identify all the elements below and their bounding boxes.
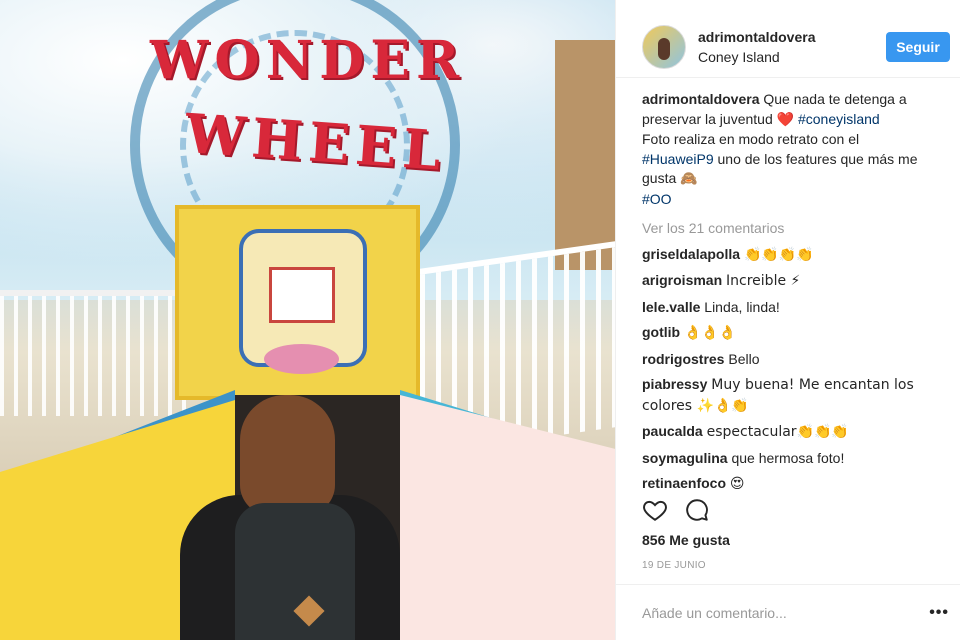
hashtag-oo[interactable]: #OO	[642, 191, 672, 207]
comment-icon[interactable]	[684, 497, 710, 523]
wooden-post	[555, 40, 615, 270]
post-header: adrimontaldovera Coney Island Seguir	[616, 0, 960, 78]
caption-username[interactable]: adrimontaldovera	[642, 91, 759, 107]
comment: soymagulina que hermosa foto!	[642, 449, 942, 469]
header-meta: adrimontaldovera Coney Island	[698, 29, 886, 65]
comment: gotlib 👌👌👌	[642, 323, 942, 344]
header-username[interactable]: adrimontaldovera	[698, 29, 886, 45]
more-options-icon[interactable]: •••	[929, 604, 949, 622]
comment: arigroisman Increible ⚡	[642, 271, 942, 292]
hair	[240, 395, 335, 515]
comment: griseldalapolla 👏👏👏👏	[642, 245, 942, 266]
comment-text: Linda, linda!	[704, 298, 780, 315]
comment: rodrigostres Bello	[642, 350, 942, 370]
comment-username[interactable]: soymagulina	[642, 450, 728, 466]
comment: paucalda espectacular👏👏👏	[642, 422, 942, 443]
comment: lele.valle Linda, linda!	[642, 298, 942, 318]
comment-username[interactable]: gotlib	[642, 324, 680, 340]
heart-icon[interactable]	[642, 497, 668, 523]
comment-username[interactable]: rodrigostres	[642, 351, 724, 367]
hashtag-huaweip9[interactable]: #HuaweiP9	[642, 151, 714, 167]
woman-with-backpack	[180, 395, 400, 640]
add-comment-input[interactable]: Añade un comentario...	[642, 605, 929, 621]
comment-username[interactable]: retinaenfoco	[642, 475, 726, 491]
likes-count[interactable]: 856 Me gusta	[642, 532, 730, 548]
follow-button[interactable]: Seguir	[886, 31, 950, 62]
comment-username[interactable]: griseldalapolla	[642, 246, 740, 262]
header-location[interactable]: Coney Island	[698, 49, 886, 65]
caption-text-2: Foto realiza en modo retrato con el	[642, 131, 860, 147]
sign-wonder: WONDER	[150, 30, 466, 91]
heart-emoji: ❤️	[776, 111, 795, 128]
comment-text: espectacular👏👏👏	[706, 424, 849, 440]
monkey-emoji: 🙈	[680, 171, 698, 187]
avatar[interactable]	[642, 24, 686, 69]
instagram-post: WONDER WHEEL adrimontaldovera Coney Isla…	[0, 0, 960, 640]
comment: piabressy Muy buena! Me encantan los col…	[642, 375, 942, 416]
comment-username[interactable]: piabressy	[642, 376, 707, 392]
add-comment-bar: Añade un comentario... •••	[616, 584, 960, 640]
hashtag-coneyisland[interactable]: #coneyisland	[798, 111, 880, 127]
left-railing	[0, 290, 190, 416]
post-photo[interactable]: WONDER WHEEL	[0, 0, 615, 640]
clown-booth	[175, 205, 420, 400]
comment: retinaenfoco 😍	[642, 474, 942, 495]
post-sidebar: adrimontaldovera Coney Island Seguir adr…	[615, 0, 960, 640]
backpack	[235, 503, 355, 640]
booth-window	[269, 267, 335, 323]
comment-text: Bello	[728, 350, 760, 367]
comment-text: 👌👌👌	[684, 325, 737, 341]
comment-username[interactable]: lele.valle	[642, 299, 700, 315]
caption: adrimontaldovera Que nada te detenga a p…	[642, 90, 942, 209]
comment-text: que hermosa foto!	[731, 449, 845, 466]
comment-text: 👏👏👏👏	[743, 246, 814, 263]
view-all-comments-link[interactable]: Ver los 21 comentarios	[642, 219, 942, 239]
clown-mouth	[264, 344, 339, 374]
comments-list[interactable]: adrimontaldovera Que nada te detenga a p…	[616, 78, 960, 500]
comment-username[interactable]: arigroisman	[642, 272, 722, 288]
post-date: 19 DE JUNIO	[642, 560, 706, 571]
action-bar	[642, 497, 710, 523]
comment-text: Increible ⚡	[726, 273, 801, 289]
comment-text: 😍	[729, 476, 745, 492]
comment-username[interactable]: paucalda	[642, 423, 703, 439]
